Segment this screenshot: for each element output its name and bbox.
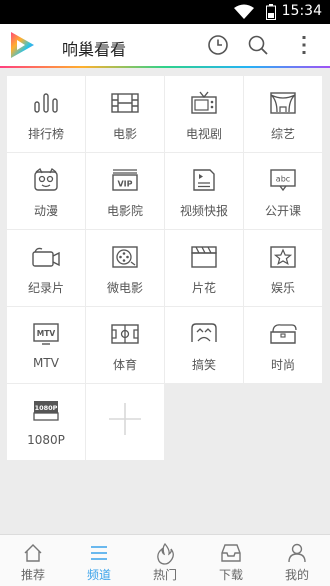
- hd-1080p-icon: 1080P: [33, 401, 59, 421]
- channel-label: MTV: [33, 356, 59, 370]
- star-icon: [270, 246, 296, 268]
- bar-chart-icon: [34, 93, 58, 113]
- channel-label: 综艺: [270, 127, 295, 141]
- channel-label: 公开课: [264, 204, 301, 218]
- film-icon: [111, 93, 139, 113]
- inbox-icon: [221, 544, 241, 562]
- svg-text:VIP: VIP: [117, 180, 132, 189]
- channel-1080p[interactable]: 1080P 1080P: [7, 384, 85, 460]
- tab-channels[interactable]: 频道: [66, 535, 132, 586]
- add-channel-button[interactable]: [86, 384, 164, 460]
- flame-icon: [157, 543, 174, 565]
- channel-label: 视频快报: [179, 204, 228, 218]
- tab-label: 热门: [152, 568, 177, 582]
- channel-grid: 排行榜 电影 电视剧 综艺 动漫 VIP 电影院 视频快报 abc 公开课 纪录…: [7, 76, 322, 463]
- channel-label: 搞笑: [191, 358, 216, 372]
- channel-anime[interactable]: 动漫: [7, 153, 85, 229]
- search-icon[interactable]: [246, 33, 270, 57]
- status-time: 15:34: [281, 3, 322, 19]
- channel-movie[interactable]: 电影: [86, 76, 164, 152]
- abc-board-icon: abc: [270, 169, 296, 192]
- channel-mtv[interactable]: MTV MTV: [7, 307, 85, 383]
- channel-label: 微电影: [106, 281, 143, 295]
- channel-label: 排行榜: [27, 127, 64, 141]
- channel-trailers[interactable]: 片花: [165, 230, 243, 306]
- menu-icon: [91, 546, 107, 560]
- tab-label: 下载: [218, 568, 243, 582]
- home-icon: [24, 544, 42, 562]
- channel-cinema[interactable]: VIP 电影院: [86, 153, 164, 229]
- channel-micro-film[interactable]: 微电影: [86, 230, 164, 306]
- app-title: 响巢看看: [62, 40, 127, 59]
- channel-fashion[interactable]: 时尚: [244, 307, 322, 383]
- more-options-icon[interactable]: [292, 33, 316, 57]
- hd-badge-text: 1080P: [35, 404, 58, 412]
- channel-documentary[interactable]: 纪录片: [7, 230, 85, 306]
- channel-label: 体育: [112, 358, 137, 372]
- channel-label: 纪录片: [27, 281, 64, 295]
- channel-sports[interactable]: 体育: [86, 307, 164, 383]
- channel-ranking[interactable]: 排行榜: [7, 76, 85, 152]
- mtv-icon: MTV: [33, 323, 59, 345]
- plus-icon: [109, 403, 141, 435]
- tab-download[interactable]: 下载: [198, 535, 264, 586]
- svg-text:abc: abc: [276, 175, 290, 184]
- camera-icon: [32, 247, 60, 267]
- channel-funny[interactable]: 搞笑: [165, 307, 243, 383]
- channel-label: 片花: [191, 281, 216, 295]
- tv-icon: [191, 91, 217, 114]
- bottom-tab-bar: 推荐 频道 热门 下载 我的: [0, 534, 330, 586]
- header-gradient-line: [0, 66, 330, 68]
- channel-variety[interactable]: 综艺: [244, 76, 322, 152]
- stage-icon: [270, 92, 296, 114]
- cartoon-face-icon: [34, 168, 58, 191]
- tab-label: 频道: [86, 568, 111, 582]
- channel-video-news[interactable]: 视频快报: [165, 153, 243, 229]
- status-bar: 15:34: [0, 0, 330, 24]
- laugh-icon: [191, 323, 217, 342]
- wifi-icon: [234, 4, 254, 19]
- channel-tv-series[interactable]: 电视剧: [165, 76, 243, 152]
- app-bar: 响巢看看: [0, 24, 330, 66]
- app-logo-icon: [11, 32, 34, 58]
- battery-icon: [266, 4, 276, 20]
- vip-ticket-icon: VIP: [112, 169, 138, 191]
- film-reel-icon: [112, 246, 138, 268]
- history-clock-icon[interactable]: [206, 33, 230, 57]
- tab-label: 推荐: [20, 568, 45, 582]
- svg-text:MTV: MTV: [37, 329, 56, 338]
- tab-label: 我的: [284, 568, 309, 582]
- channel-label: 1080P: [27, 433, 65, 447]
- clapperboard-icon: [191, 246, 217, 268]
- field-icon: [111, 324, 139, 344]
- channel-label: 动漫: [33, 204, 58, 218]
- tab-recommend[interactable]: 推荐: [0, 535, 66, 586]
- channel-entertainment[interactable]: 娱乐: [244, 230, 322, 306]
- handbag-icon: [270, 324, 297, 344]
- video-news-icon: [193, 169, 215, 191]
- channel-open-course[interactable]: abc 公开课: [244, 153, 322, 229]
- channel-label: 时尚: [270, 358, 295, 372]
- user-icon: [288, 543, 306, 563]
- channel-label: 电影院: [106, 204, 143, 218]
- tab-hot[interactable]: 热门: [132, 535, 198, 586]
- channel-label: 娱乐: [270, 281, 295, 295]
- channel-label: 电影: [112, 127, 137, 141]
- channel-label: 电视剧: [185, 127, 222, 141]
- tab-mine[interactable]: 我的: [264, 535, 330, 586]
